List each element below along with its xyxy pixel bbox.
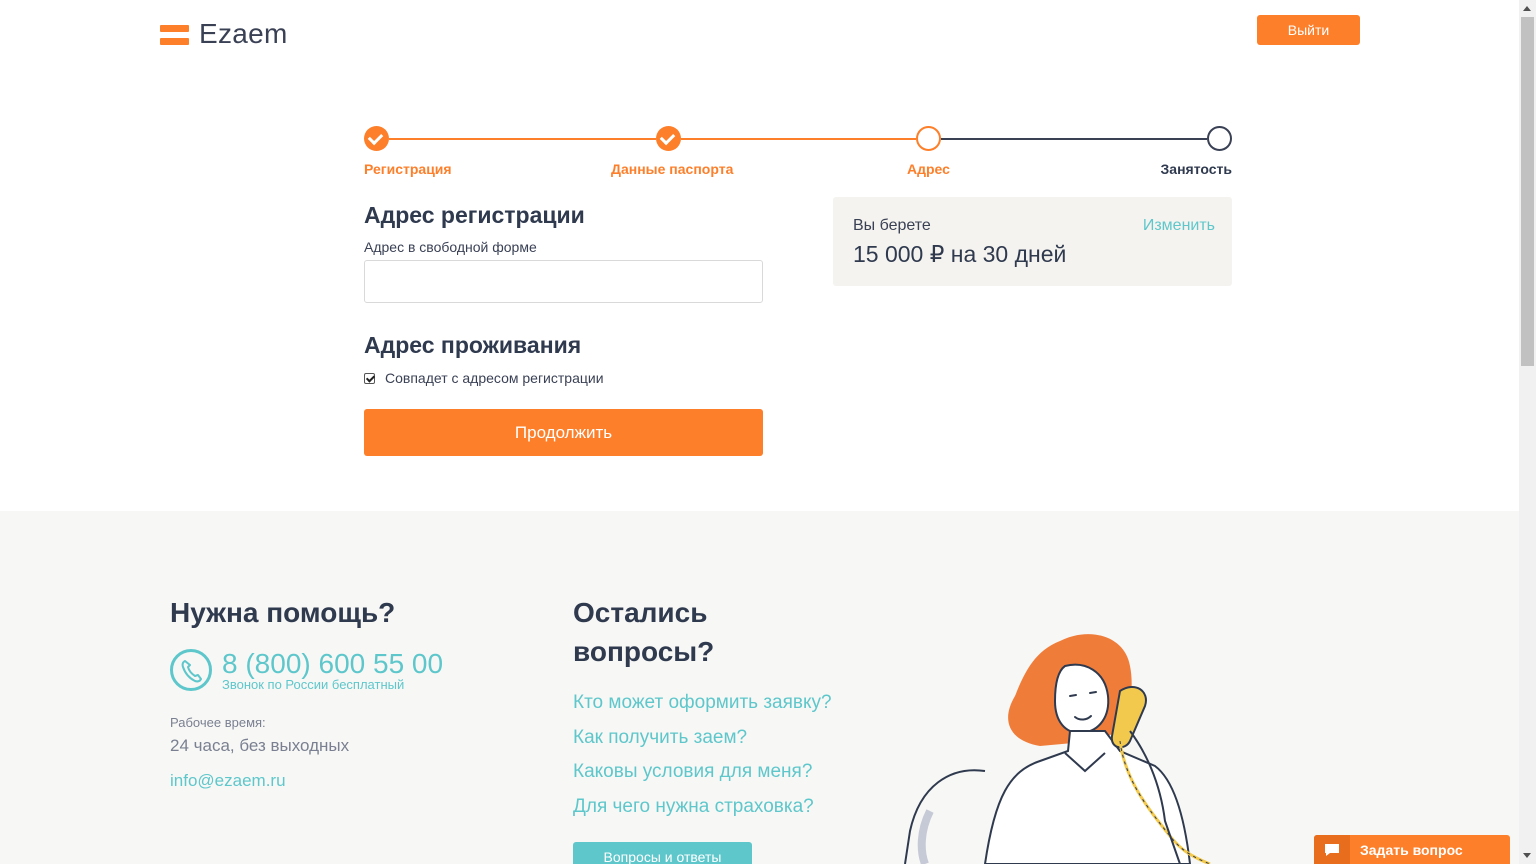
same-address-row[interactable]: Совпадет с адресом регистрации — [364, 370, 604, 386]
loan-summary-card: Вы берете Изменить 15 000 ₽ на 30 дней — [833, 197, 1232, 286]
scroll-up-arrow-icon[interactable] — [1523, 6, 1531, 11]
step-label-address: Адрес — [907, 161, 950, 177]
step-connector — [389, 138, 656, 140]
page-scrollbar[interactable] — [1519, 0, 1536, 864]
faq-link-who-can-apply[interactable]: Кто может оформить заявку? — [573, 691, 832, 726]
change-loan-link[interactable]: Изменить — [1143, 217, 1215, 235]
hours-value: 24 часа, без выходных — [170, 736, 350, 755]
step-address-circle-icon — [916, 126, 941, 151]
same-address-label[interactable]: Совпадет с адресом регистрации — [385, 370, 604, 386]
phone-icon — [170, 649, 212, 691]
logo-mark-icon — [160, 22, 190, 46]
residence-address-title: Адрес проживания — [364, 332, 582, 358]
logo-text: Ezaem — [199, 18, 288, 49]
step-label-employment: Занятость — [1160, 161, 1232, 177]
step-label-registration: Регистрация — [364, 161, 452, 177]
step-connector — [941, 138, 1207, 140]
free-form-address-input[interactable] — [364, 260, 763, 303]
logout-button[interactable]: Выйти — [1257, 15, 1360, 45]
help-title: Нужна помощь? — [170, 597, 396, 628]
ask-question-button[interactable]: Задать вопрос — [1314, 835, 1510, 864]
email-link[interactable]: info@ezaem.ru — [170, 771, 286, 791]
woman-on-phone-illustration — [904, 634, 1211, 864]
free-form-address-label: Адрес в свободной форме — [364, 239, 537, 255]
logo[interactable]: Ezaem — [160, 18, 288, 50]
phone-note: Звонок по России бесплатный — [222, 677, 405, 692]
ask-question-label: Задать вопрос — [1360, 841, 1463, 858]
scroll-down-arrow-icon[interactable] — [1523, 853, 1531, 858]
step-registration-check-icon — [364, 126, 389, 151]
step-passport-check-icon — [656, 126, 681, 151]
chat-bubble-icon — [1314, 835, 1350, 864]
same-address-checkbox[interactable] — [364, 372, 375, 384]
step-label-passport: Данные паспорта — [611, 161, 734, 177]
step-employment-circle-icon — [1207, 126, 1232, 151]
phone-number-link[interactable]: 8 (800) 600 55 00 — [222, 648, 443, 680]
continue-button[interactable]: Продолжить — [364, 409, 763, 456]
faq-link-conditions[interactable]: Каковы условия для меня? — [573, 760, 832, 795]
footer: Нужна помощь? 8 (800) 600 55 00 Звонок п… — [0, 511, 1519, 864]
faq-link-insurance[interactable]: Для чего нужна страховка? — [573, 795, 832, 830]
faq-link-how-to-get-loan[interactable]: Как получить заем? — [573, 726, 832, 761]
progress-stepper: Регистрация Данные паспорта Адрес Занято… — [364, 126, 1232, 186]
scroll-thumb[interactable] — [1521, 17, 1534, 366]
loan-amount: 15 000 ₽ на 30 дней — [853, 241, 1067, 267]
faq-button[interactable]: Вопросы и ответы — [573, 842, 752, 864]
site-header: Ezaem Выйти — [0, 0, 1519, 70]
summary-caption: Вы берете — [853, 217, 931, 234]
faq-links: Кто может оформить заявку? Как получить … — [573, 691, 832, 829]
hours-label: Рабочее время: — [170, 715, 266, 730]
registration-address-title: Адрес регистрации — [364, 202, 585, 228]
faq-title: Остались вопросы? — [573, 597, 715, 667]
step-connector — [681, 138, 916, 140]
